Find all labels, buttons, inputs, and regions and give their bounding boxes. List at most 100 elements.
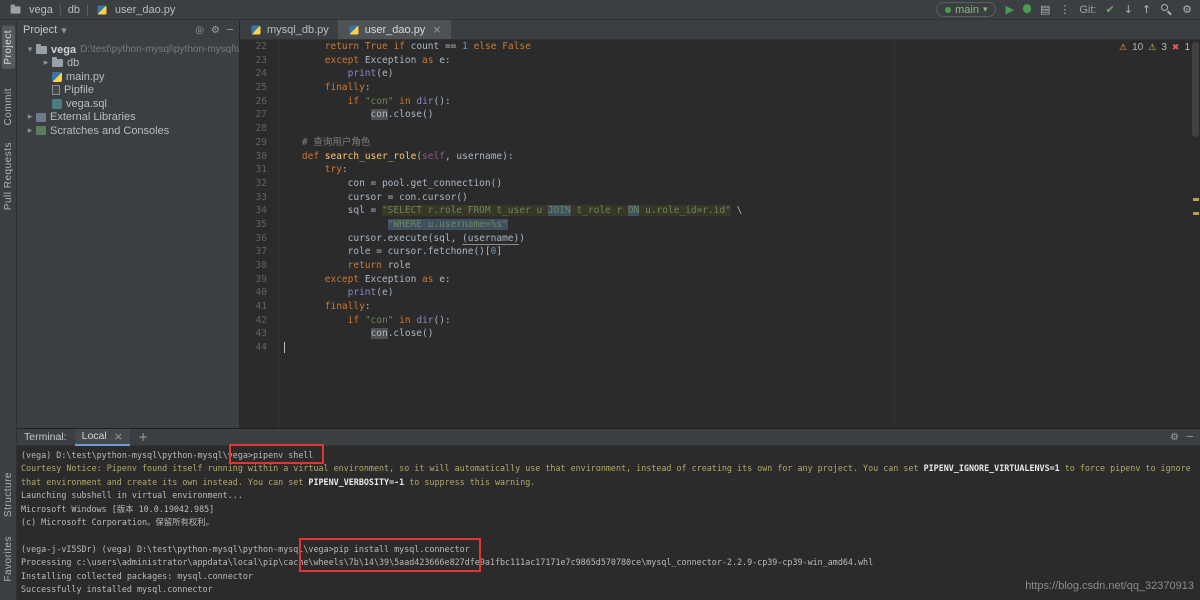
line-number[interactable]: 34 — [240, 204, 274, 218]
git-commit-check-icon[interactable]: ✔ — [1105, 4, 1114, 15]
line-number[interactable]: 41 — [240, 300, 274, 314]
warning-stripe-mark[interactable] — [1193, 212, 1199, 215]
code-token: e: — [433, 274, 450, 285]
line-number[interactable]: 28 — [240, 122, 274, 136]
hide-panel-icon[interactable]: ─ — [227, 25, 233, 36]
code-line-28[interactable]: 28 — [240, 122, 1200, 136]
more-actions-button[interactable]: ⋮ — [1059, 4, 1070, 15]
code-line-40[interactable]: 40 print(e) — [240, 286, 1200, 300]
tool-stripe-commit[interactable]: Commit — [2, 84, 15, 129]
tree-item-main-py[interactable]: main.py — [17, 70, 239, 84]
tab-user-dao-py[interactable]: user_dao.py × — [338, 20, 451, 39]
inspections-widget[interactable]: ⚠ 10 ⚠ 3 ✖ 1 — [1119, 42, 1190, 53]
line-number[interactable]: 30 — [240, 150, 274, 164]
line-number[interactable]: 24 — [240, 67, 274, 81]
code-line-38[interactable]: 38 return role — [240, 259, 1200, 273]
project-panel-title[interactable]: Project — [23, 24, 57, 36]
code-line-22[interactable]: 22 return True if count == 1 else False — [240, 40, 1200, 54]
git-pull-icon[interactable]: ↓ — [1124, 4, 1133, 15]
code-line-36[interactable]: 36 cursor.execute(sql, (username)) — [240, 232, 1200, 246]
code-line-42[interactable]: 42 if "con" in dir(): — [240, 314, 1200, 328]
line-number[interactable]: 22 — [240, 40, 274, 54]
terminal-gear-icon[interactable]: ⚙ — [1170, 432, 1179, 443]
code-text: con = pool.get_connection() — [274, 177, 502, 191]
code-line-39[interactable]: 39 except Exception as e: — [240, 273, 1200, 287]
line-number[interactable]: 31 — [240, 163, 274, 177]
code-line-29[interactable]: 29 # 查询用户角色 — [240, 136, 1200, 150]
line-number[interactable]: 42 — [240, 314, 274, 328]
code-line-44[interactable]: 44 — [240, 341, 1200, 355]
code-line-43[interactable]: 43 con.close() — [240, 327, 1200, 341]
editor-scrollbar-thumb[interactable] — [1192, 42, 1199, 137]
line-number[interactable]: 36 — [240, 232, 274, 246]
line-number[interactable]: 37 — [240, 245, 274, 259]
chevron-down-icon[interactable]: ▾ — [25, 45, 35, 55]
tree-item-pipfile[interactable]: Pipfile — [17, 84, 239, 98]
code-line-33[interactable]: 33 cursor = con.cursor() — [240, 191, 1200, 205]
code-line-41[interactable]: 41 finally: — [240, 300, 1200, 314]
chevron-down-icon[interactable]: ▾ — [61, 24, 67, 37]
code-line-24[interactable]: 24 print(e) — [240, 67, 1200, 81]
settings-gear-icon[interactable]: ⚙ — [1182, 4, 1192, 15]
warning-stripe-mark[interactable] — [1193, 198, 1199, 201]
tool-stripe-pull-requests[interactable]: Pull Requests — [2, 138, 15, 214]
tool-stripe-structure[interactable]: Structure — [2, 468, 15, 521]
debug-button[interactable] — [1023, 4, 1031, 15]
tree-item-external-libraries[interactable]: ▸External Libraries — [17, 111, 239, 125]
breadcrumb-project[interactable]: vega — [29, 4, 53, 16]
code-line-30[interactable]: 30 def search_user_role(self, username): — [240, 150, 1200, 164]
code-line-32[interactable]: 32 con = pool.get_connection() — [240, 177, 1200, 191]
terminal-output[interactable]: (vega) D:\test\python-mysql\python-mysql… — [17, 446, 1200, 600]
tree-item-db[interactable]: ▸db — [17, 57, 239, 71]
line-number[interactable]: 29 — [240, 136, 274, 150]
bug-icon — [1023, 4, 1031, 13]
editor[interactable]: 22 return True if count == 1 else False2… — [240, 40, 1200, 428]
tool-stripe-project[interactable]: Project — [2, 26, 15, 69]
coverage-button[interactable]: ▤ — [1040, 4, 1050, 15]
breadcrumb-package[interactable]: db — [68, 4, 80, 16]
code-line-27[interactable]: 27 con.close() — [240, 108, 1200, 122]
line-number[interactable]: 27 — [240, 108, 274, 122]
code-line-31[interactable]: 31 try: — [240, 163, 1200, 177]
breadcrumb-file[interactable]: user_dao.py — [115, 4, 176, 16]
code-line-26[interactable]: 26 if "con" in dir(): — [240, 95, 1200, 109]
run-button[interactable]: ▶ — [1005, 4, 1013, 15]
panel-gear-icon[interactable]: ⚙ — [211, 25, 220, 36]
tool-stripe-favorites[interactable]: Favorites — [2, 532, 15, 586]
code-token: dir — [416, 315, 433, 326]
code-line-34[interactable]: 34 sql = "SELECT r.role FROM t_user u JO… — [240, 204, 1200, 218]
tab-label: mysql_db.py — [267, 24, 329, 36]
line-number[interactable]: 32 — [240, 177, 274, 191]
line-number[interactable]: 40 — [240, 286, 274, 300]
code-token: "con" — [365, 315, 394, 326]
line-number[interactable]: 23 — [240, 54, 274, 68]
code-line-23[interactable]: 23 except Exception as e: — [240, 54, 1200, 68]
terminal-tab-local[interactable]: Local × — [75, 429, 130, 446]
code-line-25[interactable]: 25 finally: — [240, 81, 1200, 95]
search-everywhere-icon[interactable] — [1160, 3, 1173, 16]
minimize-panel-icon[interactable]: ─ — [1187, 432, 1193, 443]
chevron-right-icon[interactable]: ▸ — [25, 112, 35, 122]
line-number[interactable]: 26 — [240, 95, 274, 109]
tree-item-vega[interactable]: ▾vegaD:\test\python-mysql\python-mysql\v… — [17, 43, 239, 57]
code-line-37[interactable]: 37 role = cursor.fetchone()[0] — [240, 245, 1200, 259]
close-tab-icon[interactable]: × — [432, 23, 441, 36]
line-number[interactable]: 43 — [240, 327, 274, 341]
tree-item-scratches-and-consoles[interactable]: ▸Scratches and Consoles — [17, 124, 239, 138]
chevron-right-icon[interactable]: ▸ — [41, 58, 51, 68]
git-branch-button[interactable]: main ▾ — [936, 2, 996, 17]
tab-mysql-db-py[interactable]: mysql_db.py — [240, 20, 338, 39]
tree-item-vega-sql[interactable]: vega.sql — [17, 97, 239, 111]
close-terminal-tab-icon[interactable]: × — [114, 430, 123, 443]
new-terminal-button[interactable]: + — [138, 430, 148, 444]
line-number[interactable]: 35 — [240, 218, 274, 232]
line-number[interactable]: 44 — [240, 341, 274, 355]
git-push-icon[interactable]: ↑ — [1142, 4, 1151, 15]
locate-file-icon[interactable]: ◎ — [195, 25, 204, 36]
line-number[interactable]: 39 — [240, 273, 274, 287]
line-number[interactable]: 33 — [240, 191, 274, 205]
code-line-35[interactable]: 35 "WHERE u.username=%s" — [240, 218, 1200, 232]
line-number[interactable]: 38 — [240, 259, 274, 273]
chevron-right-icon[interactable]: ▸ — [25, 126, 35, 136]
line-number[interactable]: 25 — [240, 81, 274, 95]
